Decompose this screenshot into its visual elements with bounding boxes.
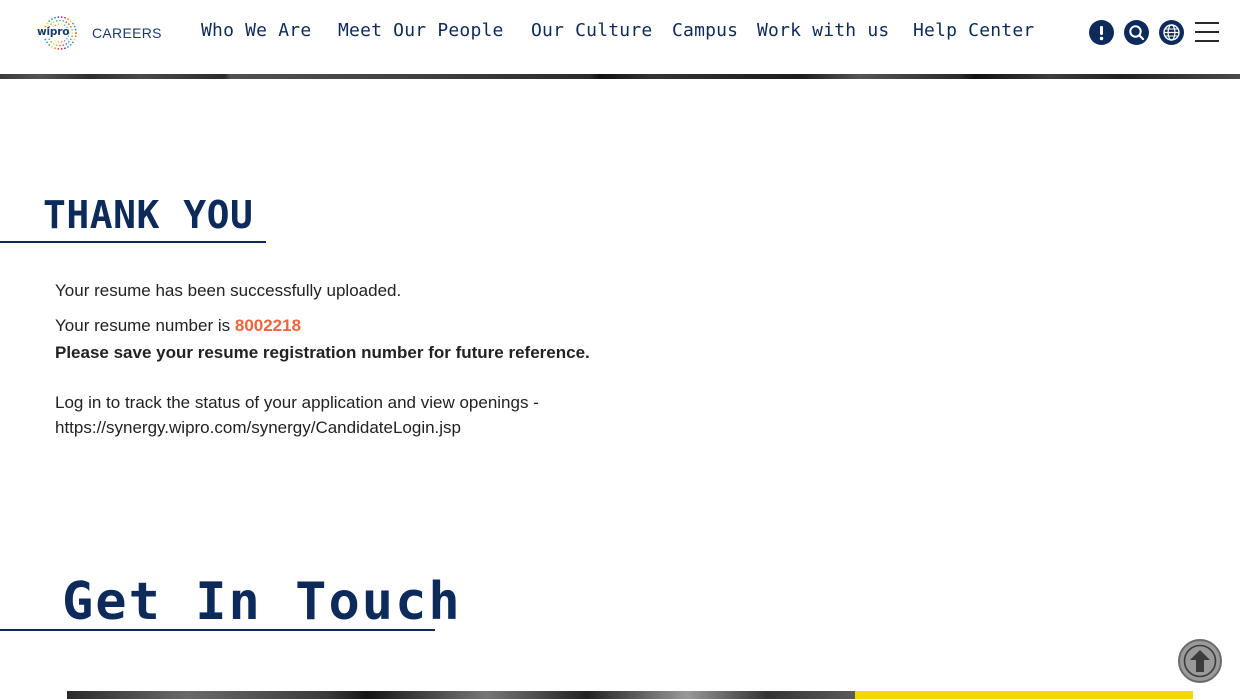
contact-photo: [67, 691, 855, 699]
thank-you-title: THANK YOU: [43, 193, 254, 237]
logo-text: wipro: [37, 26, 70, 38]
nav-who-we-are[interactable]: Who We Are: [201, 20, 311, 41]
site-header: wipro CAREERS Who We Are Meet Our People…: [0, 0, 1240, 74]
nav-work-with-us[interactable]: Work with us: [757, 20, 889, 41]
menu-icon[interactable]: [1195, 21, 1219, 43]
back-to-top-button[interactable]: [1178, 639, 1222, 683]
nav-our-culture[interactable]: Our Culture: [531, 20, 652, 41]
resume-number-line: Your resume number is 8002218: [55, 316, 301, 336]
title-underline: [0, 241, 266, 243]
candidate-login-link[interactable]: https://synergy.wipro.com/synergy/Candid…: [55, 418, 461, 438]
globe-icon[interactable]: [1159, 20, 1184, 45]
nav-help-center[interactable]: Help Center: [913, 20, 1034, 41]
resume-number: 8002218: [234, 316, 302, 335]
nav-campus[interactable]: Campus: [672, 20, 738, 41]
search-icon[interactable]: [1124, 20, 1149, 45]
arrow-up-icon: [1183, 644, 1217, 678]
resume-number-label: Your resume number is: [55, 316, 235, 335]
careers-link[interactable]: CAREERS: [92, 25, 162, 41]
header-banner-strip: [0, 74, 1240, 79]
get-in-touch-title: Get In Touch: [62, 572, 462, 632]
alert-icon[interactable]: [1089, 20, 1114, 45]
nav-meet-our-people[interactable]: Meet Our People: [338, 20, 504, 41]
get-in-touch-underline: [0, 629, 435, 631]
login-instructions: Log in to track the status of your appli…: [55, 393, 539, 412]
contact-card-yellow: [855, 691, 1193, 699]
upload-success-message: Your resume has been successfully upload…: [55, 281, 402, 300]
save-reference-note: Please save your resume registration num…: [55, 343, 590, 362]
